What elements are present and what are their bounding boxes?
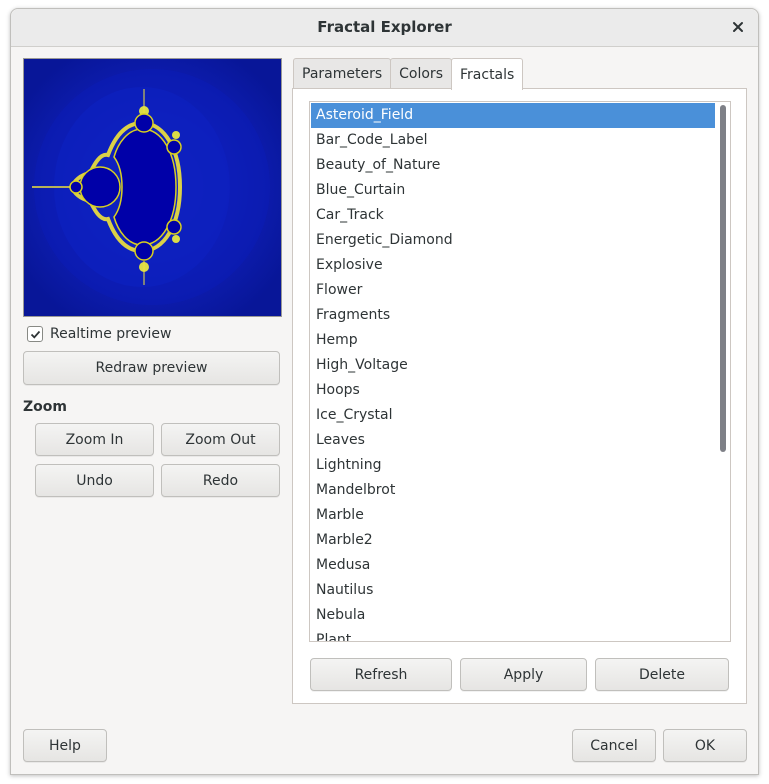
close-button[interactable] xyxy=(726,15,750,39)
list-item[interactable]: Hoops xyxy=(311,378,715,403)
realtime-preview-checkbox[interactable] xyxy=(27,326,43,342)
tab-fractals[interactable]: Fractals xyxy=(451,58,524,90)
mandelbrot-image xyxy=(24,59,281,316)
fractals-panel: Asteroid_Field Bar_Code_Label Beauty_of_… xyxy=(292,88,747,704)
list-scrollbar[interactable] xyxy=(717,103,729,640)
window-title: Fractal Explorer xyxy=(317,18,452,36)
list-item[interactable]: Mandelbrot xyxy=(311,478,715,503)
titlebar: Fractal Explorer xyxy=(11,9,758,47)
tab-parameters[interactable]: Parameters xyxy=(293,58,392,89)
ok-button[interactable]: OK xyxy=(663,729,747,762)
cancel-button[interactable]: Cancel xyxy=(572,729,656,762)
notebook-tabs: Parameters Colors Fractals xyxy=(293,58,524,90)
realtime-preview-label: Realtime preview xyxy=(50,326,172,342)
checkmark-icon xyxy=(30,330,40,339)
help-button[interactable]: Help xyxy=(23,729,107,762)
list-item[interactable]: Nebula xyxy=(311,603,715,628)
list-item[interactable]: Asteroid_Field xyxy=(311,103,715,128)
list-item[interactable]: Marble xyxy=(311,503,715,528)
fractal-preview[interactable] xyxy=(23,58,282,317)
list-item[interactable]: Lightning xyxy=(311,453,715,478)
list-item[interactable]: Blue_Curtain xyxy=(311,178,715,203)
list-item[interactable]: Marble2 xyxy=(311,528,715,553)
list-item[interactable]: Leaves xyxy=(311,428,715,453)
list-item[interactable]: Bar_Code_Label xyxy=(311,128,715,153)
list-item[interactable]: High_Voltage xyxy=(311,353,715,378)
list-item[interactable]: Nautilus xyxy=(311,578,715,603)
zoom-in-button[interactable]: Zoom In xyxy=(35,423,154,456)
close-icon xyxy=(733,22,743,32)
refresh-button[interactable]: Refresh xyxy=(310,658,452,691)
apply-button[interactable]: Apply xyxy=(460,658,587,691)
tab-colors[interactable]: Colors xyxy=(390,58,452,89)
scrollbar-thumb[interactable] xyxy=(720,105,726,452)
fractal-list[interactable]: Asteroid_Field Bar_Code_Label Beauty_of_… xyxy=(309,101,731,642)
fractal-explorer-dialog: Fractal Explorer Realtime preview Redraw… xyxy=(10,8,759,775)
redraw-preview-button[interactable]: Redraw preview xyxy=(23,351,280,385)
list-item[interactable]: Fragments xyxy=(311,303,715,328)
list-item[interactable]: Explosive xyxy=(311,253,715,278)
list-item[interactable]: Beauty_of_Nature xyxy=(311,153,715,178)
list-item[interactable]: Plant xyxy=(311,628,715,641)
list-item[interactable]: Car_Track xyxy=(311,203,715,228)
delete-button[interactable]: Delete xyxy=(595,658,729,691)
zoom-heading: Zoom xyxy=(23,399,67,415)
list-item[interactable]: Ice_Crystal xyxy=(311,403,715,428)
list-item[interactable]: Flower xyxy=(311,278,715,303)
realtime-preview-toggle[interactable]: Realtime preview xyxy=(27,325,171,343)
redo-button[interactable]: Redo xyxy=(161,464,280,497)
undo-button[interactable]: Undo xyxy=(35,464,154,497)
list-item[interactable]: Hemp xyxy=(311,328,715,353)
zoom-out-button[interactable]: Zoom Out xyxy=(161,423,280,456)
list-item[interactable]: Medusa xyxy=(311,553,715,578)
list-item[interactable]: Energetic_Diamond xyxy=(311,228,715,253)
